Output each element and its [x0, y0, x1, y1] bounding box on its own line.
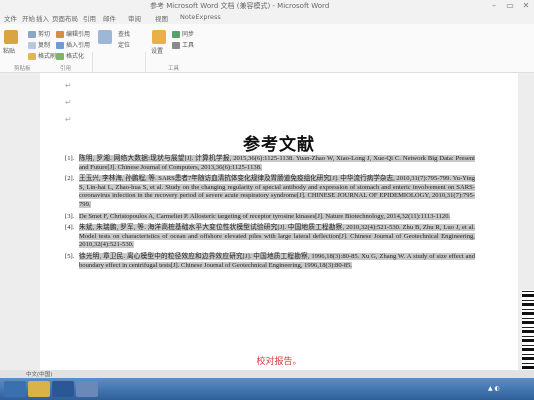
tab-references[interactable]: 引用	[83, 13, 96, 23]
taskbar: ▲ ◐	[0, 378, 534, 400]
qr-code-icon	[522, 290, 534, 378]
title-bar: 参考 Microsoft Word 文档 (兼容模式) - Microsoft …	[0, 0, 534, 12]
group-label-tools: 工具	[168, 66, 180, 72]
reference-number: [5].	[65, 252, 75, 260]
page-title: 参考文献	[243, 135, 315, 155]
tools-icon	[172, 42, 180, 49]
insert-icon	[56, 42, 64, 49]
reference-text: De Smet F, Christopoulos A, Carmeliet P.…	[79, 212, 451, 220]
reference-list: [1]. 陈明, 罗湘. 网络大数据:现状与展望[J]. 计算机学报, 2015…	[65, 155, 475, 273]
reference-text: 王玉兴, 李林海, 孙鹏程, 等. SARS患者7年随访血清抗体变化规律及胃肠道…	[79, 175, 475, 208]
ribbon-tabs: 文件 开始 插入 页面布局 引用 邮件 审阅 视图 NoteExpress	[0, 12, 534, 24]
tab-page-layout[interactable]: 页面布局	[52, 13, 78, 23]
app-icon[interactable]	[76, 381, 98, 397]
scissors-icon	[28, 31, 36, 38]
copy-button[interactable]: 复制	[28, 40, 50, 49]
paste-button[interactable]: 粘贴	[3, 46, 15, 55]
close-icon[interactable]: ✕	[518, 0, 534, 11]
tab-home[interactable]: 开始	[22, 13, 35, 23]
settings-button[interactable]: 设置	[151, 46, 163, 55]
paste-icon[interactable]	[4, 30, 18, 44]
search-icon[interactable]	[98, 30, 112, 44]
list-item[interactable]: [4]. 朱斌, 朱瑞鹏, 罗军, 等. 海洋高桩基础水平大变位性状模型试验研究…	[65, 224, 475, 250]
minimize-icon[interactable]: –	[486, 0, 502, 11]
document-area: ↵ ↵ ↵ 参考文献 [1]. 陈明, 罗湘. 网络大数据:现状与展望[J]. …	[0, 73, 534, 378]
sync-button[interactable]: 同步	[172, 29, 194, 38]
sync-icon	[172, 31, 180, 38]
language-status[interactable]: 中文(中国)	[26, 370, 52, 378]
footer-note: 校对报告。	[256, 357, 302, 367]
tab-review[interactable]: 审阅	[128, 13, 141, 23]
maximize-icon[interactable]: ▭	[502, 0, 518, 11]
ribbon: 粘贴 剪切 复制 格式刷 编辑引用 插入引用 格式化 查找 定位 设置 同步 工…	[0, 24, 534, 92]
tab-view[interactable]: 视图	[155, 13, 168, 23]
status-bar: 中文(中国)	[0, 370, 534, 378]
folder-icon[interactable]	[28, 381, 50, 397]
tab-noteexpress[interactable]: NoteExpress	[180, 13, 221, 21]
tab-file[interactable]: 文件	[4, 13, 17, 23]
list-item[interactable]: [1]. 陈明, 罗湘. 网络大数据:现状与展望[J]. 计算机学报, 2015…	[65, 155, 475, 172]
insert-reference-button[interactable]: 插入引用	[56, 40, 90, 49]
document-page[interactable]: ↵ ↵ ↵ 参考文献 [1]. 陈明, 罗湘. 网络大数据:现状与展望[J]. …	[40, 73, 518, 378]
tools-button[interactable]: 工具	[172, 40, 194, 49]
list-item[interactable]: [2]. 王玉兴, 李林海, 孙鹏程, 等. SARS患者7年随访血清抗体变化规…	[65, 175, 475, 209]
reference-number: [1].	[65, 155, 75, 162]
edit-icon	[56, 31, 64, 38]
tab-insert[interactable]: 插入	[36, 13, 49, 23]
paragraph-mark: ↵	[65, 115, 72, 124]
paragraph-mark: ↵	[65, 81, 72, 90]
reference-number: [4].	[65, 224, 75, 232]
cut-button[interactable]: 剪切	[28, 29, 50, 38]
list-item[interactable]: [5]. 徐光明, 章卫民. 离心模型中的粒径效应和边界效应研究[J]. 中国地…	[65, 252, 475, 270]
group-label-clipboard: 剪贴板	[14, 66, 31, 72]
format-button[interactable]: 格式化	[56, 51, 84, 60]
copy-icon	[28, 42, 36, 49]
settings-icon[interactable]	[152, 30, 166, 44]
edit-reference-button[interactable]: 编辑引用	[56, 29, 90, 38]
reference-text: 徐光明, 章卫民. 离心模型中的粒径效应和边界效应研究[J]. 中国地质工程勘察…	[79, 252, 475, 269]
word-icon[interactable]	[52, 381, 74, 397]
reference-number: [2].	[65, 175, 75, 183]
list-item[interactable]: [3]. De Smet F, Christopoulos A, Carmeli…	[65, 212, 475, 222]
paragraph-mark: ↵	[65, 98, 72, 107]
brush-icon	[28, 53, 36, 60]
tab-mailings[interactable]: 邮件	[103, 13, 116, 23]
find-button[interactable]: 查找	[118, 29, 130, 38]
reference-text: 陈明, 罗湘. 网络大数据:现状与展望[J]. 计算机学报, 2015,36(6…	[79, 155, 475, 171]
format-icon	[56, 53, 64, 60]
goto-button[interactable]: 定位	[118, 40, 130, 49]
window-title: 参考 Microsoft Word 文档 (兼容模式) - Microsoft …	[150, 2, 330, 10]
group-label-reference: 引用	[60, 66, 72, 72]
tray-area[interactable]: ▲ ◐	[488, 385, 500, 392]
format-painter-button[interactable]: 格式刷	[28, 51, 56, 60]
start-icon[interactable]	[4, 381, 26, 397]
reference-number: [3].	[65, 212, 75, 220]
reference-text: 朱斌, 朱瑞鹏, 罗军, 等. 海洋高桩基础水平大变位性状模型试验研究[J]. …	[79, 224, 475, 249]
